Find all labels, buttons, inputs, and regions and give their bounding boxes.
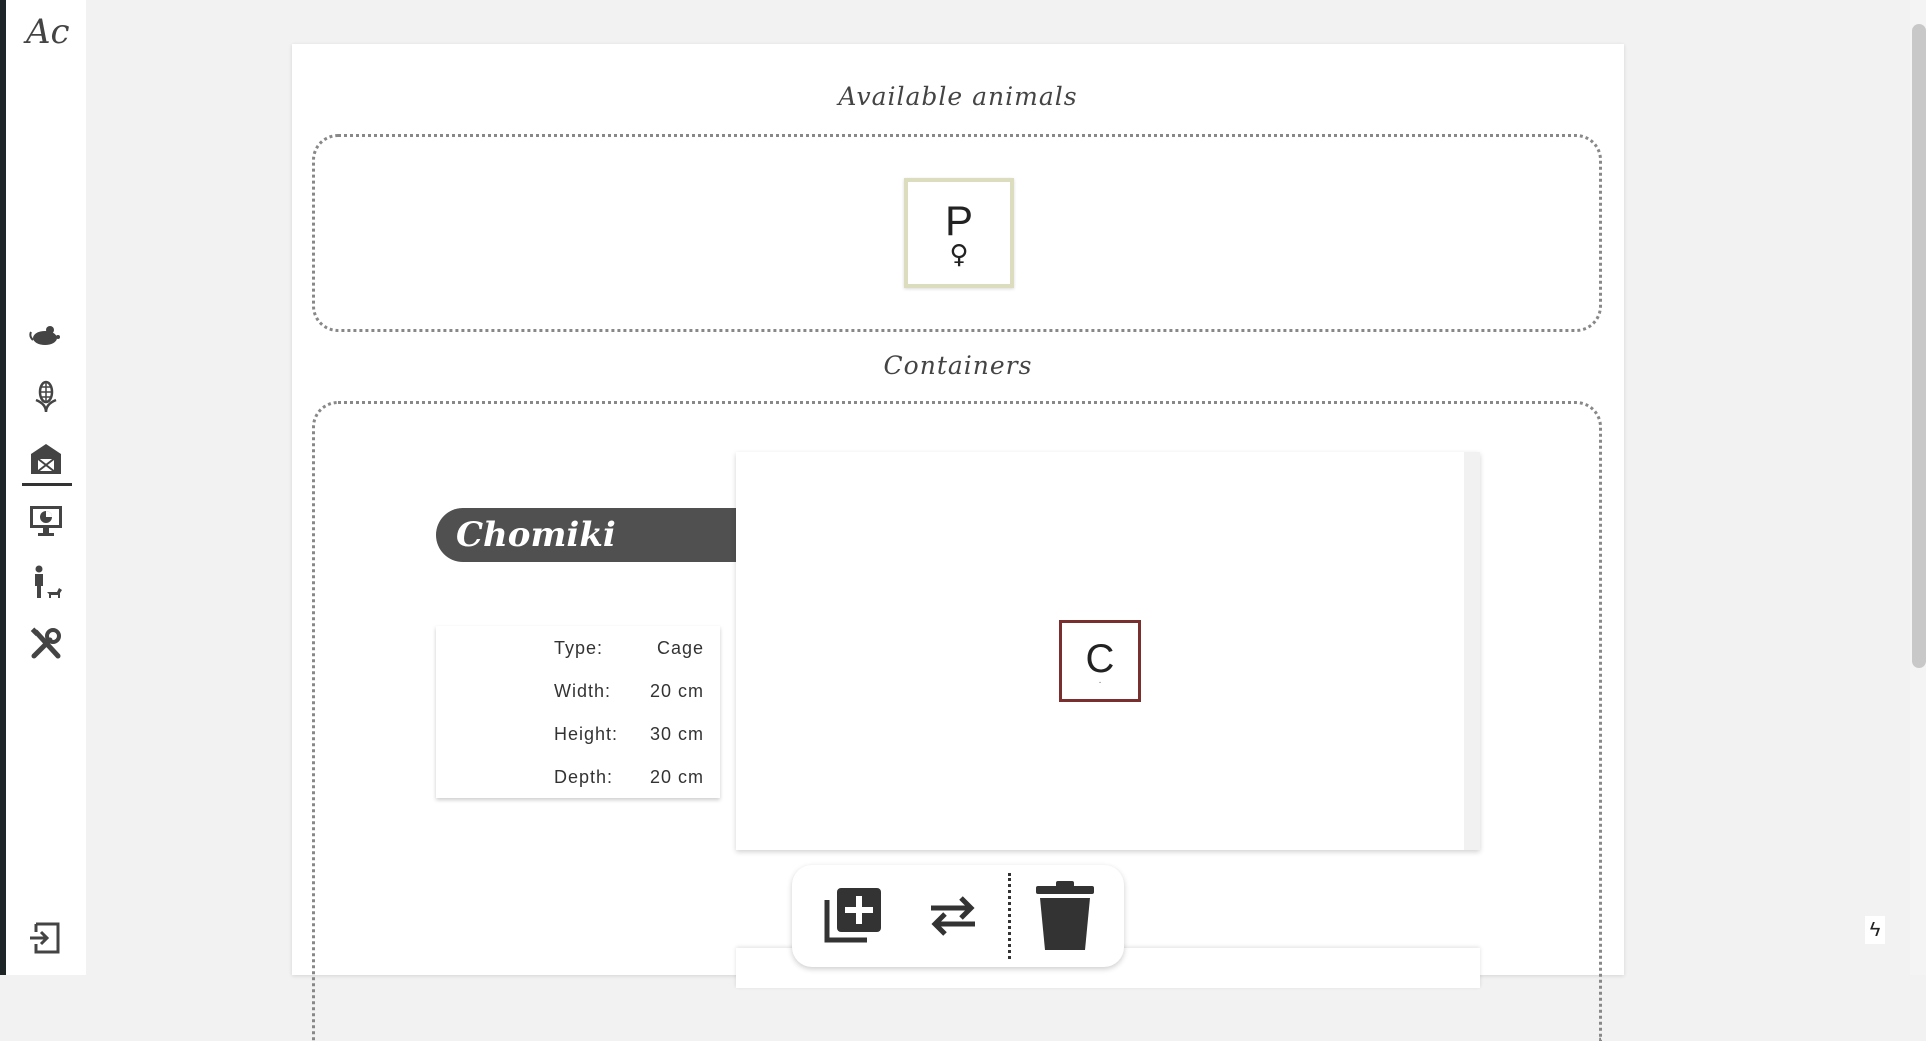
- available-animals-dropzone[interactable]: P ♀: [312, 134, 1602, 332]
- container-info-panel: Type: Cage Width: 20 cm Height: 30 cm De…: [436, 626, 720, 798]
- trash-icon: [1036, 881, 1094, 950]
- sidebar: Ac: [6, 0, 86, 975]
- info-label: Width:: [554, 681, 612, 701]
- info-value: 20 cm: [649, 767, 704, 787]
- sidebar-item-containers[interactable]: [22, 436, 72, 486]
- add-copy-icon: [824, 888, 881, 943]
- tools-icon: [30, 627, 61, 659]
- person-dog-icon: [35, 565, 62, 598]
- info-value: Cage: [656, 638, 704, 658]
- animal-initial: P: [944, 197, 973, 244]
- info-label: Type:: [554, 638, 604, 658]
- main-card: Available animals P ♀ Containers Chomiki…: [292, 44, 1624, 1041]
- info-row-type: Type: Cage: [436, 638, 720, 660]
- delete-container-button[interactable]: [1030, 881, 1100, 951]
- monitor-chart-icon: [30, 506, 62, 536]
- info-row-height: Height: 30 cm: [436, 724, 720, 746]
- info-value: 20 cm: [649, 681, 704, 701]
- logout-button[interactable]: [24, 916, 68, 960]
- cage-animal-tile[interactable]: C ·: [1059, 620, 1141, 702]
- containers-title: Containers: [883, 351, 1033, 380]
- cage-dropzone[interactable]: C ·: [736, 452, 1480, 850]
- container-name-label: Chomiki: [436, 508, 756, 562]
- action-divider: [1008, 873, 1011, 959]
- page-scroll-thumb[interactable]: [1912, 24, 1926, 668]
- mouse-icon: [29, 326, 60, 345]
- sidebar-item-owners[interactable]: [24, 560, 68, 604]
- barn-icon: [31, 444, 61, 474]
- info-row-width: Width: 20 cm: [436, 681, 720, 703]
- available-animals-title: Available animals: [838, 82, 1078, 111]
- swap-button[interactable]: [918, 881, 988, 951]
- sidebar-item-animals[interactable]: [24, 312, 68, 356]
- app-logo[interactable]: Ac: [26, 12, 70, 52]
- swap-arrows-icon: [931, 896, 975, 936]
- sidebar-item-feed[interactable]: [24, 374, 68, 418]
- sidebar-item-reports[interactable]: [24, 498, 68, 542]
- female-icon: ♀: [949, 240, 969, 270]
- animal-initial: C: [1085, 637, 1115, 681]
- sidebar-item-settings[interactable]: [24, 622, 68, 666]
- corn-icon: [35, 380, 57, 413]
- cage-scrollbar[interactable]: [1464, 452, 1480, 850]
- logout-icon: [30, 922, 60, 954]
- info-label: Depth:: [554, 767, 614, 787]
- animal-marker: ·: [1098, 677, 1102, 688]
- container-action-bar: [792, 865, 1124, 967]
- info-row-depth: Depth: 20 cm: [436, 767, 720, 789]
- animal-tile[interactable]: P ♀: [904, 178, 1014, 288]
- info-label: Height:: [554, 724, 619, 744]
- lightning-icon[interactable]: ϟ: [1865, 916, 1885, 944]
- add-container-button[interactable]: [818, 881, 888, 951]
- info-value: 30 cm: [649, 724, 704, 744]
